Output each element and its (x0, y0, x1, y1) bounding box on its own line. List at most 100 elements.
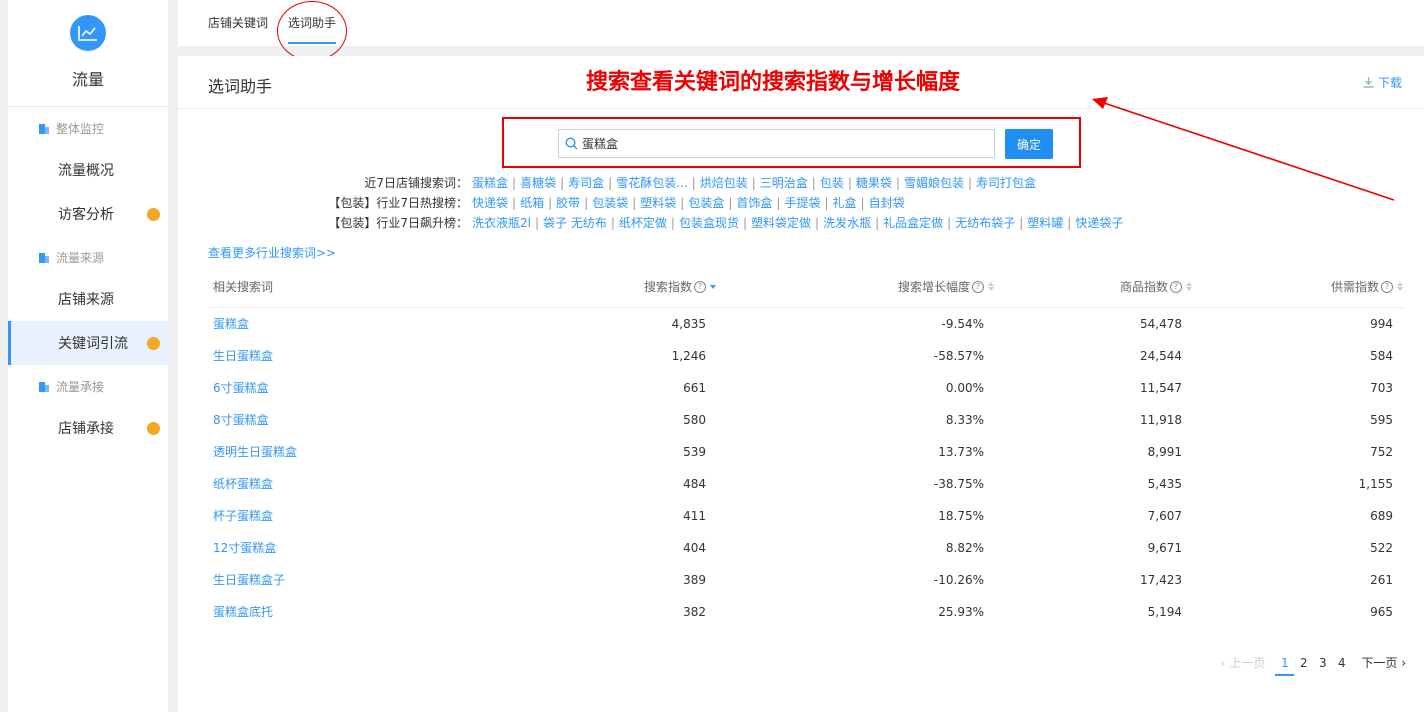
keyword-separator: | (534, 215, 540, 230)
notification-dot (147, 422, 160, 435)
col-header-label: 供需指数 (1330, 280, 1379, 294)
keyword-link[interactable]: 袋子 无纺布 (543, 214, 607, 231)
keyword-cell[interactable]: 透明生日蛋糕盒 (213, 436, 297, 468)
keyword-cell[interactable]: 蛋糕盒底托 (213, 596, 273, 628)
keyword-link[interactable]: 纸箱 (520, 194, 544, 211)
keyword-link[interactable]: 纸杯定做 (619, 214, 667, 231)
search-index-cell: 389 (683, 573, 706, 587)
keyword-separator: | (728, 195, 733, 210)
table-row: 12寸蛋糕盒 404 8.82% 9,671 522 (178, 532, 1424, 564)
sidebar-item-visitor-analysis[interactable]: 访客分析 (8, 192, 168, 236)
supply-demand-cell: 994 (1370, 317, 1393, 331)
keyword-link[interactable]: 无纺布袋子 (955, 214, 1015, 231)
keyword-link[interactable]: 包装盒 (688, 194, 724, 211)
keyword-link[interactable]: 胶带 (556, 194, 580, 211)
sidebar-item-store-conversion[interactable]: 店铺承接 (8, 406, 168, 450)
help-icon[interactable]: ? (1381, 280, 1393, 293)
building-icon (39, 253, 49, 263)
sort-icon[interactable] (988, 282, 994, 291)
tab-store-keywords[interactable]: 店铺关键词 (208, 14, 268, 31)
confirm-button[interactable]: 确定 (1005, 129, 1053, 159)
more-industry-keywords-link[interactable]: 查看更多行业搜索词>> (208, 244, 336, 261)
keyword-cell[interactable]: 纸杯蛋糕盒 (213, 468, 273, 500)
keyword-separator: | (1019, 215, 1024, 230)
col-header-supply-demand[interactable]: 供需指数 ? (1331, 278, 1403, 295)
product-index-cell: 17,423 (1140, 573, 1182, 587)
keyword-link[interactable]: 洗衣液瓶2l (472, 214, 531, 231)
keyword-link[interactable]: 雪花酥包装... (616, 174, 687, 191)
keyword-link[interactable]: 雪媚娘包装 (904, 174, 964, 191)
page-number[interactable]: 2 (1294, 656, 1313, 670)
table-row: 8寸蛋糕盒 580 8.33% 11,918 595 (178, 404, 1424, 436)
supply-demand-cell: 584 (1370, 349, 1393, 363)
keyword-separator: | (947, 215, 952, 230)
keyword-link[interactable]: 洗发水瓶 (823, 214, 871, 231)
keyword-cell[interactable]: 蛋糕盒 (213, 308, 249, 340)
col-header-search-index[interactable]: 搜索指数 ? (644, 278, 716, 295)
keyword-link[interactable]: 糖果袋 (856, 174, 892, 191)
supply-demand-cell: 1,155 (1358, 477, 1393, 491)
keyword-link[interactable]: 包装 (820, 174, 844, 191)
keyword-separator: | (691, 175, 696, 190)
keyword-link[interactable]: 三明治盒 (760, 174, 808, 191)
notification-dot (147, 337, 160, 350)
keyword-cell[interactable]: 6寸蛋糕盒 (213, 372, 269, 404)
keyword-link[interactable]: 首饰盒 (736, 194, 772, 211)
search-index-cell: 661 (683, 381, 706, 395)
keyword-cell[interactable]: 杯子蛋糕盒 (213, 500, 273, 532)
keyword-link[interactable]: 包装盒现货 (679, 214, 739, 231)
keyword-row-label: 【包装】行业7日热搜榜： (328, 196, 468, 210)
keyword-separator: | (776, 195, 781, 210)
help-icon[interactable]: ? (1170, 280, 1182, 293)
search-index-cell: 382 (683, 605, 706, 619)
sidebar-item-traffic-overview[interactable]: 流量概况 (8, 148, 168, 192)
search-index-cell: 580 (683, 413, 706, 427)
keyword-link[interactable]: 塑料罐 (1027, 214, 1063, 231)
help-icon[interactable]: ? (694, 280, 706, 293)
keyword-cell[interactable]: 8寸蛋糕盒 (213, 404, 269, 436)
keyword-separator: | (815, 215, 820, 230)
keyword-separator: | (847, 175, 852, 190)
keyword-link[interactable]: 手提袋 (784, 194, 820, 211)
keyword-link[interactable]: 快递袋子 (1075, 214, 1123, 231)
growth-cell: -58.57% (933, 349, 984, 363)
supply-demand-cell: 595 (1370, 413, 1393, 427)
page-number[interactable]: 1 (1275, 656, 1295, 676)
keyword-cell[interactable]: 12寸蛋糕盒 (213, 532, 276, 564)
keyword-link[interactable]: 喜糖袋 (520, 174, 556, 191)
keyword-link[interactable]: 寿司盒 (568, 174, 604, 191)
search-icon (565, 137, 578, 150)
sort-icon[interactable] (710, 284, 716, 289)
sidebar-group-label: 流量来源 (56, 250, 105, 265)
sidebar-item-store-source[interactable]: 店铺来源 (8, 277, 168, 321)
keyword-link[interactable]: 包装袋 (592, 194, 628, 211)
keyword-cell[interactable]: 生日蛋糕盒子 (213, 564, 285, 596)
keyword-link[interactable]: 烘焙包装 (700, 174, 748, 191)
col-header-product-index[interactable]: 商品指数 ? (1120, 278, 1192, 295)
col-header-growth[interactable]: 搜索增长幅度 ? (898, 278, 994, 295)
search-input[interactable]: 蛋糕盒 (558, 129, 995, 158)
keyword-link[interactable]: 礼盒 (833, 194, 857, 211)
keyword-link[interactable]: 塑料袋定做 (751, 214, 811, 231)
keyword-cell[interactable]: 生日蛋糕盒 (213, 340, 273, 372)
sort-icon[interactable] (1397, 282, 1403, 291)
keyword-link[interactable]: 自封袋 (869, 194, 905, 211)
keyword-separator: | (608, 175, 613, 190)
next-page-button[interactable]: 下一页 › (1361, 654, 1406, 671)
page-number[interactable]: 4 (1332, 656, 1351, 670)
traffic-chart-icon (70, 15, 106, 51)
annotation-text: 搜索查看关键词的搜索指数与增长幅度 (586, 69, 961, 95)
keyword-link[interactable]: 礼品盒定做 (883, 214, 943, 231)
download-button[interactable]: 下载 (1363, 74, 1402, 91)
keyword-separator: | (1067, 215, 1072, 230)
growth-cell: 18.75% (938, 509, 984, 523)
page-number[interactable]: 3 (1313, 656, 1332, 670)
keyword-link[interactable]: 塑料袋 (640, 194, 676, 211)
keyword-link[interactable]: 蛋糕盒 (472, 174, 508, 191)
keyword-link[interactable]: 快递袋 (472, 194, 508, 211)
sidebar-item-keyword-traffic[interactable]: 关键词引流 (8, 321, 168, 365)
prev-page-button[interactable]: ‹ 上一页 (1221, 654, 1266, 671)
help-icon[interactable]: ? (972, 280, 984, 293)
keyword-link[interactable]: 寿司打包盒 (976, 174, 1036, 191)
sort-icon[interactable] (1186, 282, 1192, 291)
